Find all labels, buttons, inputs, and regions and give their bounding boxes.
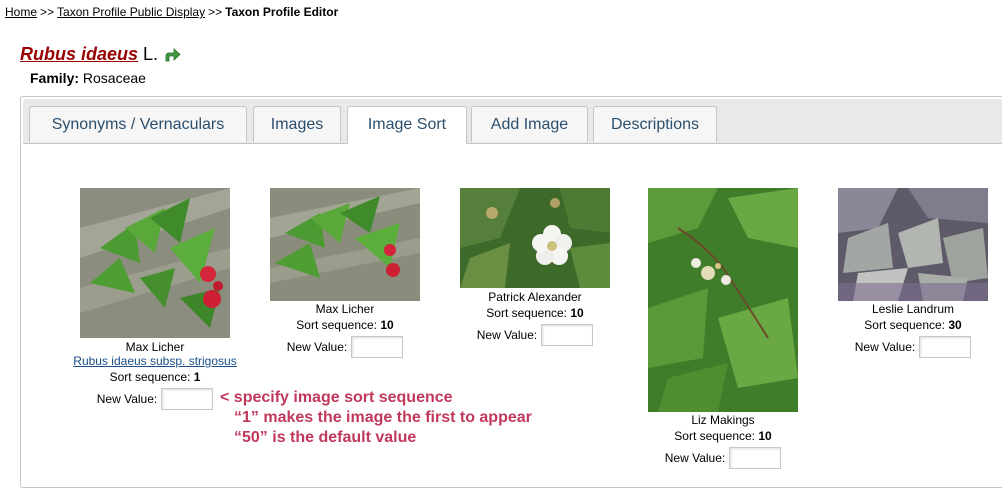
- sort-instructions-annotation: < specify image sort sequence “1” makes …: [220, 388, 532, 448]
- new-value-row: New Value:: [830, 336, 996, 358]
- tab-bar: Synonyms / Vernaculars Images Image Sort…: [23, 99, 1002, 144]
- photographer-name: Patrick Alexander: [488, 290, 582, 304]
- taxon-title: Rubus idaeus L.: [20, 44, 182, 65]
- sort-sequence-value: 10: [380, 318, 394, 332]
- photographer-name: Leslie Landrum: [871, 302, 955, 316]
- new-value-label: New Value:: [96, 392, 158, 406]
- family-line: Family: Rosaceae: [30, 70, 146, 86]
- plant-photo[interactable]: [838, 188, 988, 301]
- green-up-arrow-icon[interactable]: [164, 46, 182, 64]
- sort-sequence: Sort sequence: 10: [452, 306, 618, 320]
- sort-sequence-value: 1: [193, 370, 201, 384]
- breadcrumb-separator: >>: [40, 5, 55, 19]
- plant-photo[interactable]: [80, 188, 230, 338]
- breadcrumb-current: Taxon Profile Editor: [225, 5, 339, 19]
- taxon-name-link[interactable]: Rubus idaeus: [20, 44, 138, 65]
- photographer-name: Max Licher: [125, 340, 185, 354]
- breadcrumb-separator: >>: [208, 5, 223, 19]
- image-card: Max Licher Sort sequence: 10 New Value:: [262, 188, 428, 358]
- breadcrumb: Home >> Taxon Profile Public Display >> Taxo…: [5, 5, 338, 19]
- annotation-line: “50” is the default value: [234, 429, 417, 446]
- family-label: Family:: [30, 70, 80, 86]
- new-value-input[interactable]: [729, 447, 782, 469]
- new-value-row: New Value:: [262, 336, 428, 358]
- new-value-input[interactable]: [351, 336, 404, 358]
- sort-sequence-value: 10: [570, 306, 584, 320]
- new-value-input[interactable]: [919, 336, 972, 358]
- taxon-author: L.: [143, 44, 159, 64]
- tab-add-image[interactable]: Add Image: [471, 106, 588, 142]
- tab-images[interactable]: Images: [253, 106, 341, 142]
- new-value-label: New Value:: [664, 451, 726, 465]
- sort-sequence-value: 10: [758, 429, 772, 443]
- image-card: Leslie Landrum Sort sequence: 30 New Val…: [830, 188, 996, 358]
- photographer-name: Max Licher: [315, 302, 375, 316]
- new-value-label: New Value:: [286, 340, 348, 354]
- family-value: Rosaceae: [82, 70, 146, 86]
- sort-sequence-label: Sort sequence:: [109, 370, 191, 384]
- tab-image-sort[interactable]: Image Sort: [347, 106, 467, 144]
- annotation-line: < specify image sort sequence: [220, 389, 453, 406]
- taxon-caption-link[interactable]: Rubus idaeus subsp. strigosus: [62, 354, 248, 368]
- plant-photo[interactable]: [270, 188, 420, 301]
- plant-photo[interactable]: [460, 188, 610, 288]
- sort-sequence: Sort sequence: 10: [262, 318, 428, 332]
- new-value-input[interactable]: [161, 388, 214, 410]
- breadcrumb-public-display-link[interactable]: Taxon Profile Public Display: [57, 5, 205, 19]
- plant-photo[interactable]: [648, 188, 798, 412]
- sort-sequence-label: Sort sequence:: [864, 318, 945, 332]
- sort-sequence: Sort sequence: 1: [62, 370, 248, 384]
- sort-sequence: Sort sequence: 30: [830, 318, 996, 332]
- new-value-row: New Value:: [452, 324, 618, 346]
- image-card: Patrick Alexander Sort sequence: 10 New …: [452, 188, 618, 346]
- new-value-label: New Value:: [476, 328, 538, 342]
- image-card: Liz Makings Sort sequence: 10 New Value:: [640, 188, 806, 469]
- sort-sequence-label: Sort sequence:: [296, 318, 377, 332]
- new-value-input[interactable]: [541, 324, 594, 346]
- tab-synonyms-vernaculars[interactable]: Synonyms / Vernaculars: [29, 106, 247, 142]
- tab-descriptions[interactable]: Descriptions: [593, 106, 717, 142]
- image-card: Max Licher Rubus idaeus subsp. strigosus…: [62, 188, 248, 410]
- sort-sequence-label: Sort sequence:: [674, 429, 755, 443]
- annotation-line: “1” makes the image the first to appear: [234, 409, 532, 426]
- sort-sequence-label: Sort sequence:: [486, 306, 567, 320]
- sort-sequence-value: 30: [948, 318, 962, 332]
- new-value-row: New Value:: [640, 447, 806, 469]
- breadcrumb-home-link[interactable]: Home: [5, 5, 37, 19]
- sort-sequence: Sort sequence: 10: [640, 429, 806, 443]
- photographer-name: Liz Makings: [691, 413, 755, 427]
- new-value-label: New Value:: [854, 340, 916, 354]
